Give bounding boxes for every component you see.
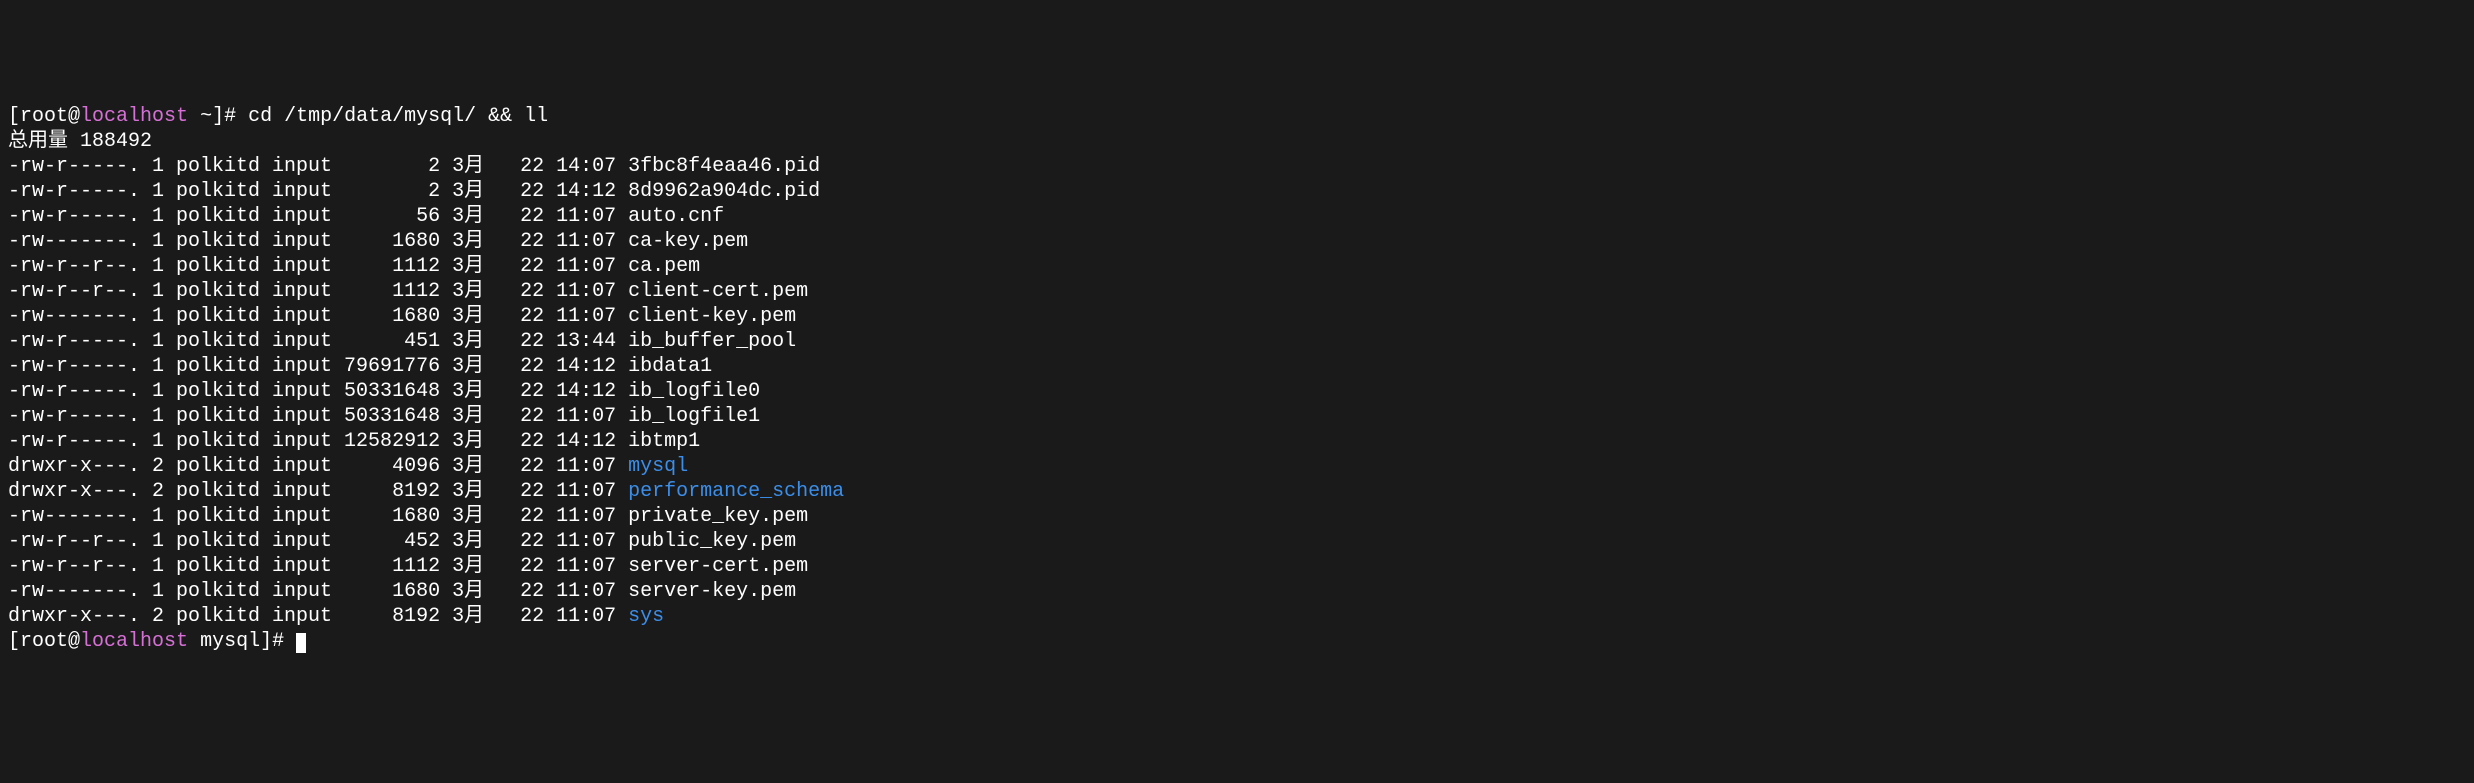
file-name: server-key.pem [628, 580, 796, 603]
file-row: -rw-r--r--. 1 polkitd input 1112 3月 22 1… [8, 280, 808, 303]
file-name: 3fbc8f4eaa46.pid [628, 155, 820, 178]
file-name: performance_schema [628, 480, 844, 503]
file-row: -rw-------. 1 polkitd input 1680 3月 22 1… [8, 305, 796, 328]
file-row: drwxr-x---. 2 polkitd input 8192 3月 22 1… [8, 605, 664, 628]
file-name: sys [628, 605, 664, 628]
file-row: -rw-r-----. 1 polkitd input 12582912 3月 … [8, 430, 700, 453]
file-name: server-cert.pem [628, 555, 808, 578]
command-text: cd /tmp/data/mysql/ && ll [248, 105, 548, 128]
file-name: ibtmp1 [628, 430, 700, 453]
file-name: ca.pem [628, 255, 700, 278]
file-row: -rw-r-----. 1 polkitd input 2 3月 22 14:1… [8, 180, 820, 203]
prompt-line-2: [root@localhost mysql]# [8, 630, 306, 653]
terminal-output[interactable]: [root@localhost ~]# cd /tmp/data/mysql/ … [8, 104, 2466, 654]
prompt-line-1: [root@localhost ~]# cd /tmp/data/mysql/ … [8, 105, 548, 128]
file-row: drwxr-x---. 2 polkitd input 4096 3月 22 1… [8, 455, 688, 478]
file-row: -rw-r-----. 1 polkitd input 56 3月 22 11:… [8, 205, 724, 228]
file-row: -rw-r--r--. 1 polkitd input 1112 3月 22 1… [8, 555, 808, 578]
file-row: -rw-r-----. 1 polkitd input 451 3月 22 13… [8, 330, 796, 353]
file-row: -rw-------. 1 polkitd input 1680 3月 22 1… [8, 580, 796, 603]
file-row: -rw-r-----. 1 polkitd input 79691776 3月 … [8, 355, 712, 378]
file-name: public_key.pem [628, 530, 796, 553]
file-row: -rw-r--r--. 1 polkitd input 1112 3月 22 1… [8, 255, 700, 278]
file-name: ib_logfile0 [628, 380, 760, 403]
file-row: -rw-r-----. 1 polkitd input 50331648 3月 … [8, 405, 760, 428]
file-row: drwxr-x---. 2 polkitd input 8192 3月 22 1… [8, 480, 844, 503]
file-name: 8d9962a904dc.pid [628, 180, 820, 203]
file-name: ib_logfile1 [628, 405, 760, 428]
file-row: -rw-r-----. 1 polkitd input 2 3月 22 14:0… [8, 155, 820, 178]
cursor [296, 633, 306, 653]
file-row: -rw-r-----. 1 polkitd input 50331648 3月 … [8, 380, 760, 403]
file-row: -rw-------. 1 polkitd input 1680 3月 22 1… [8, 230, 748, 253]
file-name: ib_buffer_pool [628, 330, 796, 353]
file-name: ibdata1 [628, 355, 712, 378]
total-line: 总用量 188492 [8, 130, 152, 153]
file-name: client-key.pem [628, 305, 796, 328]
file-name: mysql [628, 455, 688, 478]
file-row: -rw-r--r--. 1 polkitd input 452 3月 22 11… [8, 530, 796, 553]
file-name: client-cert.pem [628, 280, 808, 303]
file-row: -rw-------. 1 polkitd input 1680 3月 22 1… [8, 505, 808, 528]
file-name: private_key.pem [628, 505, 808, 528]
file-name: ca-key.pem [628, 230, 748, 253]
file-name: auto.cnf [628, 205, 724, 228]
